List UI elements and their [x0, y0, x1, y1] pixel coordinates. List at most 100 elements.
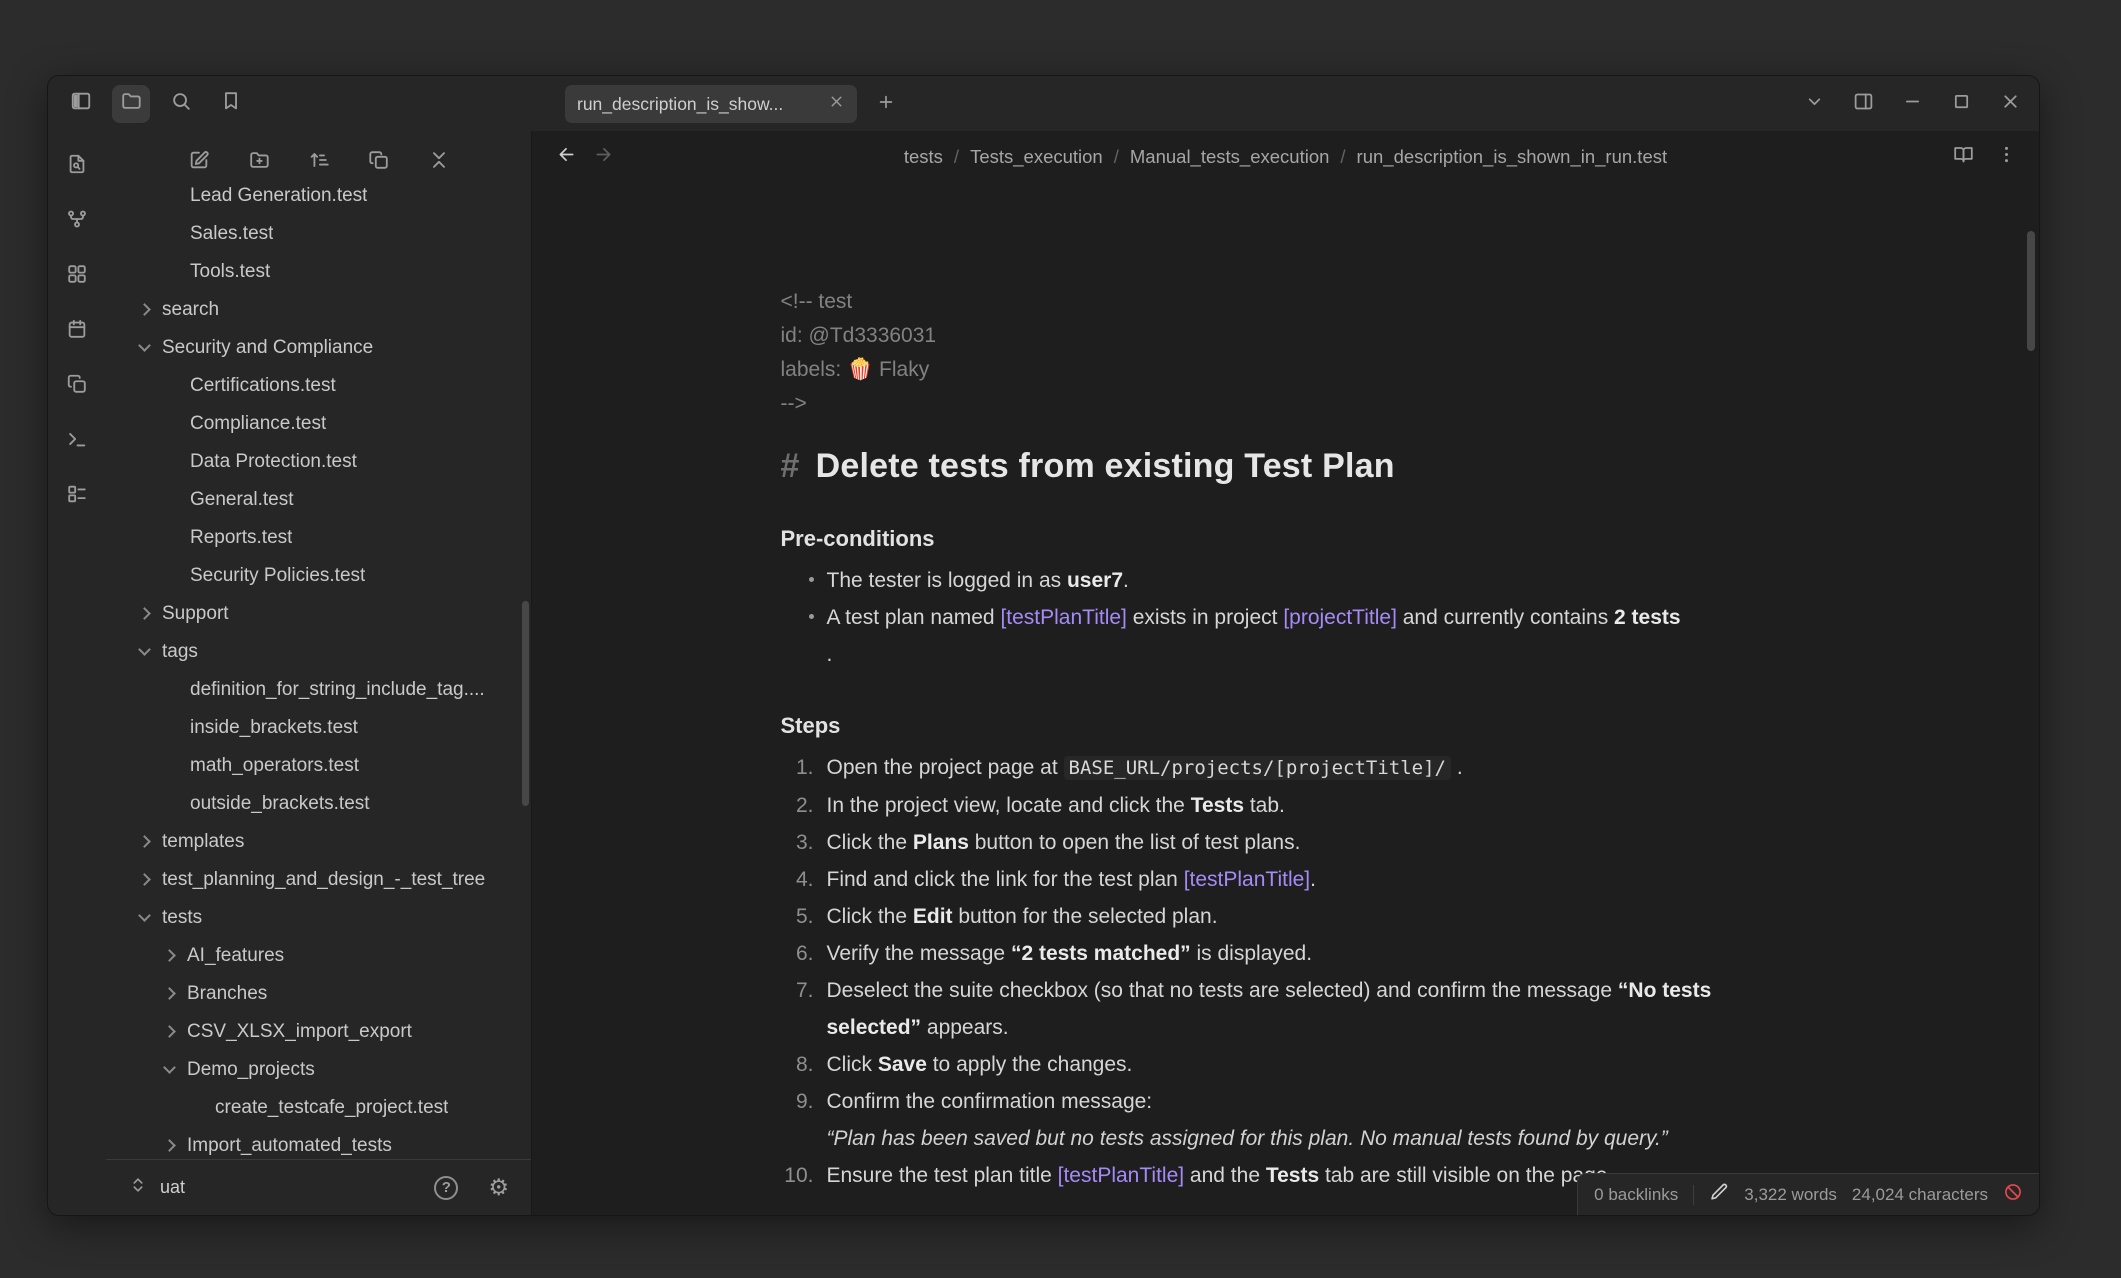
edit-mode-button[interactable]: [1709, 1182, 1729, 1207]
tree-file-item[interactable]: math_operators.test: [106, 747, 531, 785]
ribbon-templates-button[interactable]: [60, 369, 94, 403]
vault-name[interactable]: uat: [160, 1177, 422, 1198]
tree-file-item[interactable]: Lead Generation.test: [106, 177, 531, 215]
text-run: “Plan has been saved but no tests assign…: [827, 1127, 1668, 1150]
bookmarks-tab-button[interactable]: [212, 85, 250, 123]
tree-folder-item[interactable]: AI_features: [106, 937, 531, 975]
tree-folder-item[interactable]: Support: [106, 595, 531, 633]
maximize-button[interactable]: [1951, 91, 1972, 117]
backlinks-count[interactable]: 0 backlinks: [1594, 1185, 1678, 1205]
ribbon-terminal-button[interactable]: [60, 424, 94, 458]
tree-file-item[interactable]: General.test: [106, 481, 531, 519]
toggle-left-sidebar-button[interactable]: [62, 85, 100, 123]
copy-icon: [66, 373, 88, 400]
forward-button[interactable]: [593, 144, 614, 170]
tree-folder-item[interactable]: Demo_projects: [106, 1051, 531, 1089]
toggle-right-sidebar-button[interactable]: [1853, 91, 1874, 117]
more-options-button[interactable]: [1996, 144, 2017, 170]
list-number: 4.: [781, 861, 827, 898]
explorer-scrollbar[interactable]: [522, 601, 529, 806]
tree-folder-item[interactable]: Branches: [106, 975, 531, 1013]
editor-tab[interactable]: run_description_is_show...: [565, 85, 857, 123]
vault-switcher-button[interactable]: [128, 1175, 148, 1200]
list-item-text: Confirm the confirmation message:“Plan h…: [827, 1083, 1791, 1157]
tree-file-item[interactable]: Tools.test: [106, 253, 531, 291]
internal-link[interactable]: [testPlanTitle]: [1000, 606, 1126, 629]
list-item: 8.Click Save to apply the changes.: [781, 1046, 1791, 1083]
tree-item-label: Import_automated_tests: [187, 1135, 392, 1157]
ribbon-graph-button[interactable]: [60, 204, 94, 238]
list-item: 9.Confirm the confirmation message:“Plan…: [781, 1083, 1791, 1157]
new-folder-button[interactable]: [243, 146, 275, 178]
tree-file-item[interactable]: outside_brackets.test: [106, 785, 531, 823]
reading-view-button[interactable]: [1953, 144, 1974, 170]
tree-folder-item[interactable]: Security and Compliance: [106, 329, 531, 367]
maximize-icon: [1951, 91, 1972, 112]
status-divider: [1693, 1185, 1694, 1205]
new-tab-button[interactable]: [870, 88, 902, 120]
tree-item-label: Sales.test: [190, 223, 273, 245]
tree-folder-item[interactable]: search: [106, 291, 531, 329]
search-tab-button[interactable]: [162, 85, 200, 123]
tree-folder-item[interactable]: test_planning_and_design_-_test_tree: [106, 861, 531, 899]
chevron-right-icon: [138, 873, 151, 886]
new-note-icon: [188, 149, 210, 176]
breadcrumb-segment[interactable]: tests: [904, 146, 943, 168]
internal-link[interactable]: [testPlanTitle]: [1184, 868, 1310, 891]
text-run: Edit: [913, 905, 953, 928]
tree-item-label: CSV_XLSX_import_export: [187, 1021, 412, 1043]
editor-scrollbar[interactable]: [2027, 231, 2035, 351]
tab-close-button[interactable]: [828, 93, 845, 115]
tree-folder-item[interactable]: tags: [106, 633, 531, 671]
tree-file-item[interactable]: inside_brackets.test: [106, 709, 531, 747]
bookmark-icon: [220, 90, 242, 117]
list-item-text: Click the Edit button for the selected p…: [827, 898, 1791, 935]
internal-link[interactable]: [testPlanTitle]: [1058, 1164, 1184, 1187]
tree-folder-item[interactable]: CSV_XLSX_import_export: [106, 1013, 531, 1051]
ribbon-daily-note-button[interactable]: [60, 314, 94, 348]
tree-file-item[interactable]: Sales.test: [106, 215, 531, 253]
list-number: 2.: [781, 787, 827, 824]
tree-file-item[interactable]: create_testcafe_project.test: [106, 1089, 531, 1127]
tree-file-item[interactable]: Certifications.test: [106, 367, 531, 405]
settings-button[interactable]: ⚙: [488, 1176, 509, 1199]
tree-folder-item[interactable]: templates: [106, 823, 531, 861]
ribbon-list-button[interactable]: [60, 479, 94, 513]
ribbon-file-search-button[interactable]: [60, 149, 94, 183]
help-button[interactable]: ?: [434, 1176, 458, 1200]
doc-heading-1: #Delete tests from existing Test Plan: [781, 447, 1791, 486]
text-run: to apply the changes.: [927, 1053, 1132, 1076]
breadcrumb-segment[interactable]: run_description_is_shown_in_run.test: [1357, 146, 1668, 168]
tree-file-item[interactable]: Compliance.test: [106, 405, 531, 443]
file-tree: Lead Generation.test Sales.test Tools.test…: [106, 177, 531, 1159]
doc-heading-3: Pre-conditions: [781, 526, 1791, 552]
collapse-all-button[interactable]: [423, 146, 455, 178]
tree-folder-item[interactable]: Import_automated_tests: [106, 1127, 531, 1159]
chevron-down-icon: [163, 1061, 176, 1074]
tree-file-item[interactable]: Security Policies.test: [106, 557, 531, 595]
back-button[interactable]: [556, 144, 577, 170]
close-window-button[interactable]: [2000, 91, 2021, 117]
tree-item-label: tests: [162, 907, 202, 929]
breadcrumb-segment[interactable]: Manual_tests_execution: [1130, 146, 1330, 168]
list-item: 5.Click the Edit button for the selected…: [781, 898, 1791, 935]
internal-link[interactable]: [projectTitle]: [1283, 606, 1397, 629]
tree-file-item[interactable]: Data Protection.test: [106, 443, 531, 481]
tree-item-label: inside_brackets.test: [190, 717, 358, 739]
text-run: appears.: [921, 1016, 1009, 1039]
tree-file-item[interactable]: definition_for_string_include_tag....: [106, 671, 531, 709]
files-tab-button[interactable]: [112, 85, 150, 123]
new-note-button[interactable]: [183, 146, 215, 178]
tree-file-item[interactable]: Reports.test: [106, 519, 531, 557]
sort-order-button[interactable]: [303, 146, 335, 178]
stacked-panes-button[interactable]: [363, 146, 395, 178]
sync-error-indicator[interactable]: [2003, 1182, 2023, 1207]
breadcrumb-segment[interactable]: Tests_execution: [970, 146, 1103, 168]
editor-content[interactable]: <!-- testid: @Td3336031labels: 🍿 Flaky--…: [532, 183, 2039, 1215]
list-item-text: Click the Plans button to open the list …: [827, 824, 1791, 861]
status-bar: 0 backlinks 3,322 words 24,024 character…: [1577, 1173, 2039, 1215]
tree-folder-item[interactable]: tests: [106, 899, 531, 937]
ribbon-canvas-button[interactable]: [60, 259, 94, 293]
tab-list-dropdown-button[interactable]: [1804, 91, 1825, 117]
minimize-button[interactable]: [1902, 91, 1923, 117]
